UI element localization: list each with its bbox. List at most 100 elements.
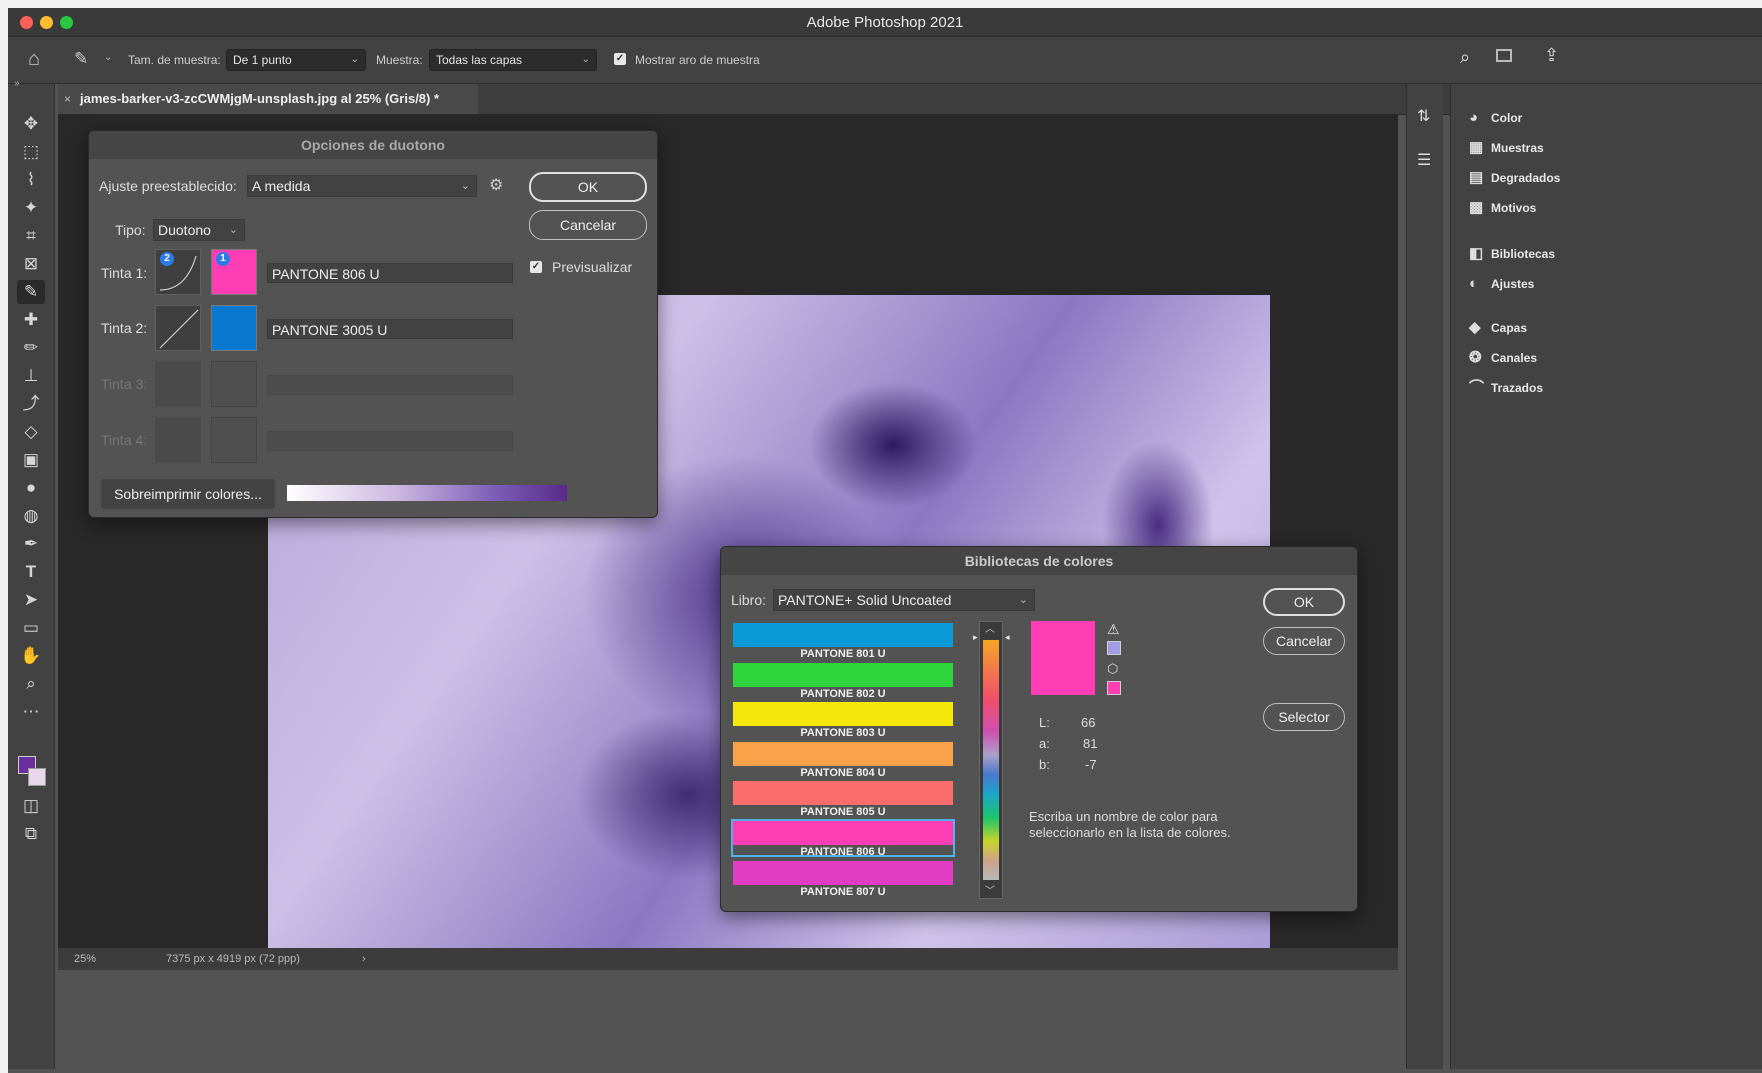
stamp-tool-icon[interactable]: ⊥ [17,364,45,388]
swatch-row[interactable]: PANTONE 806 U [731,819,955,858]
history-brush-tool-icon[interactable]: ⤴ [17,392,45,416]
panel-patterns[interactable]: ▩ Motivos [1469,196,1536,220]
gradient-tool-icon[interactable]: ▣ [17,448,45,472]
swatch-row[interactable]: PANTONE 803 U [733,702,953,739]
workspace-icon[interactable] [1496,49,1512,62]
lab-b-label: b: [1039,757,1050,772]
zoom-level[interactable]: 25% [74,948,96,970]
eraser-tool-icon[interactable]: ◇ [17,420,45,444]
more-tools-icon[interactable]: ⋯ [17,700,45,724]
magic-wand-tool-icon[interactable]: ✦ [17,196,45,220]
rectangle-tool-icon[interactable]: ▭ [17,616,45,640]
swatch-row[interactable]: PANTONE 807 U [733,860,953,898]
duotone-gradient-preview [287,485,567,501]
cube-icon[interactable]: ⬡ [1107,661,1118,677]
frame-tool-icon[interactable]: ⊠ [17,252,45,276]
panel-channels[interactable]: ❂ Canales [1469,346,1537,370]
badge-2: 2 [160,252,174,266]
swatch-name: PANTONE 801 U [800,648,886,660]
screen-mode-icon[interactable]: ⧉ [17,822,45,846]
chevron-down-icon: ⌄ [460,180,470,192]
cancel-button[interactable]: Cancelar [529,210,647,240]
background-color-swatch[interactable] [28,768,46,786]
share-icon[interactable]: ⇪ [1544,45,1559,66]
panel-label: Degradados [1491,171,1561,185]
zoom-tool-icon[interactable]: ⌕ [17,672,45,696]
brush-tool-icon[interactable]: ✏ [17,336,45,360]
panel-label: Trazados [1491,381,1544,395]
overprint-colors-button[interactable]: Sobreimprimir colores... [101,479,275,509]
panel-adjustments[interactable]: ◐ Ajustes [1469,272,1534,296]
panel-paths[interactable]: ⌒ Trazados [1469,376,1543,400]
ink-1-curve[interactable]: 2 [155,249,201,295]
marquee-tool-icon[interactable]: ⬚ [17,140,45,164]
lab-a-value: 81 [1083,736,1098,751]
picker-button[interactable]: Selector [1263,703,1345,731]
preset-select[interactable]: A medida ⌄ [247,175,477,197]
eyedropper-tool-icon[interactable]: ✎ [17,280,45,304]
healing-brush-tool-icon[interactable]: ✚ [17,308,45,332]
pen-tool-icon[interactable]: ✒ [17,532,45,556]
dodge-tool-icon[interactable]: ◍ [17,504,45,528]
swatch-row[interactable]: PANTONE 802 U [733,662,953,700]
color-spectrum-slider[interactable]: ︿ ▸ ◂ ﹀ [973,620,1010,899]
swatch-color-bar [733,741,953,766]
hand-tool-icon[interactable]: ✋ [17,644,45,668]
panel-gradients[interactable]: ▤ Degradados [1469,166,1560,190]
ok-button[interactable]: OK [529,172,647,202]
sample-select[interactable]: Todas las capas ⌄ [429,49,597,71]
tool-preset-chevron-icon[interactable]: ⌄ [104,52,112,63]
home-icon[interactable]: ⌂ [28,48,40,71]
panel-layers[interactable]: ◆ Capas [1469,316,1527,340]
preview-checkbox[interactable]: ✓ [530,261,542,273]
swatch-row[interactable]: PANTONE 804 U [733,741,953,779]
panel-libraries[interactable]: ◧ Bibliotecas [1469,242,1555,266]
ink-2-name-field[interactable]: PANTONE 3005 U [267,319,513,339]
chevron-down-icon[interactable]: ﹀ [985,882,995,897]
ink-1-name-field[interactable]: PANTONE 806 U [267,263,513,283]
channels-icon: ❂ [1469,349,1482,366]
type-label: Tipo: [115,222,146,238]
properties-panel-icon[interactable]: ☰ [1417,150,1431,170]
color-swatch-list: PANTONE 801 U PANTONE 802 U PANTONE 803 U P… [731,623,961,901]
lasso-tool-icon[interactable]: ⌇ [17,168,45,192]
expand-tools-icon[interactable]: » [14,78,20,89]
blur-tool-icon[interactable]: ● [17,476,45,500]
document-tab-title: james-barker-v3-zcCWMjgM-unsplash.jpg al… [80,91,440,106]
web-safe-swatch[interactable] [1107,681,1121,695]
ink-2-color-swatch[interactable] [211,305,257,351]
cancel-button[interactable]: Cancelar [1263,627,1345,655]
book-select[interactable]: PANTONE+ Solid Uncoated ⌄ [773,589,1035,611]
type-select[interactable]: Duotono ⌄ [153,219,245,241]
swatch-row[interactable]: PANTONE 801 U [733,623,953,660]
gamut-swatch[interactable] [1107,641,1121,655]
quick-mask-icon[interactable]: ◫ [17,794,45,818]
panel-color[interactable]: ◕ Color [1469,106,1522,130]
panel-label: Color [1491,111,1523,125]
patterns-icon: ▩ [1469,199,1484,216]
history-panel-icon[interactable]: ⇅ [1417,106,1430,126]
ink-1-color-swatch[interactable]: 1 [211,249,257,295]
move-tool-icon[interactable]: ✥ [17,112,45,136]
dialog-title: Opciones de duotono [89,131,657,159]
ok-button[interactable]: OK [1263,588,1345,616]
show-ring-checkbox[interactable]: ✓ [614,53,626,65]
warning-icon[interactable]: ⚠ [1107,621,1120,638]
swatch-color-bar [733,623,953,647]
chevron-up-icon[interactable]: ︿ [985,620,995,635]
type-tool-icon[interactable]: T [17,560,45,584]
swatch-name: PANTONE 806 U [800,846,886,858]
swatch-row[interactable]: PANTONE 805 U [733,781,953,818]
panel-swatches[interactable]: ▦ Muestras [1469,136,1544,160]
path-selection-tool-icon[interactable]: ➤ [17,588,45,612]
gear-icon[interactable]: ⚙ [489,175,503,195]
document-tab[interactable]: × james-barker-v3-zcCWMjgM-unsplash.jpg … [58,84,478,114]
search-icon[interactable]: ⌕ [1460,47,1470,68]
eyedropper-tool-icon[interactable]: ✎ [74,49,88,69]
sample-size-select[interactable]: De 1 punto ⌄ [226,49,366,71]
crop-tool-icon[interactable]: ⌗ [17,224,45,248]
status-arrow-icon[interactable]: › [362,948,366,970]
preset-label: Ajuste preestablecido: [99,178,237,194]
close-tab-icon[interactable]: × [64,84,71,114]
ink-2-curve[interactable] [155,305,201,351]
